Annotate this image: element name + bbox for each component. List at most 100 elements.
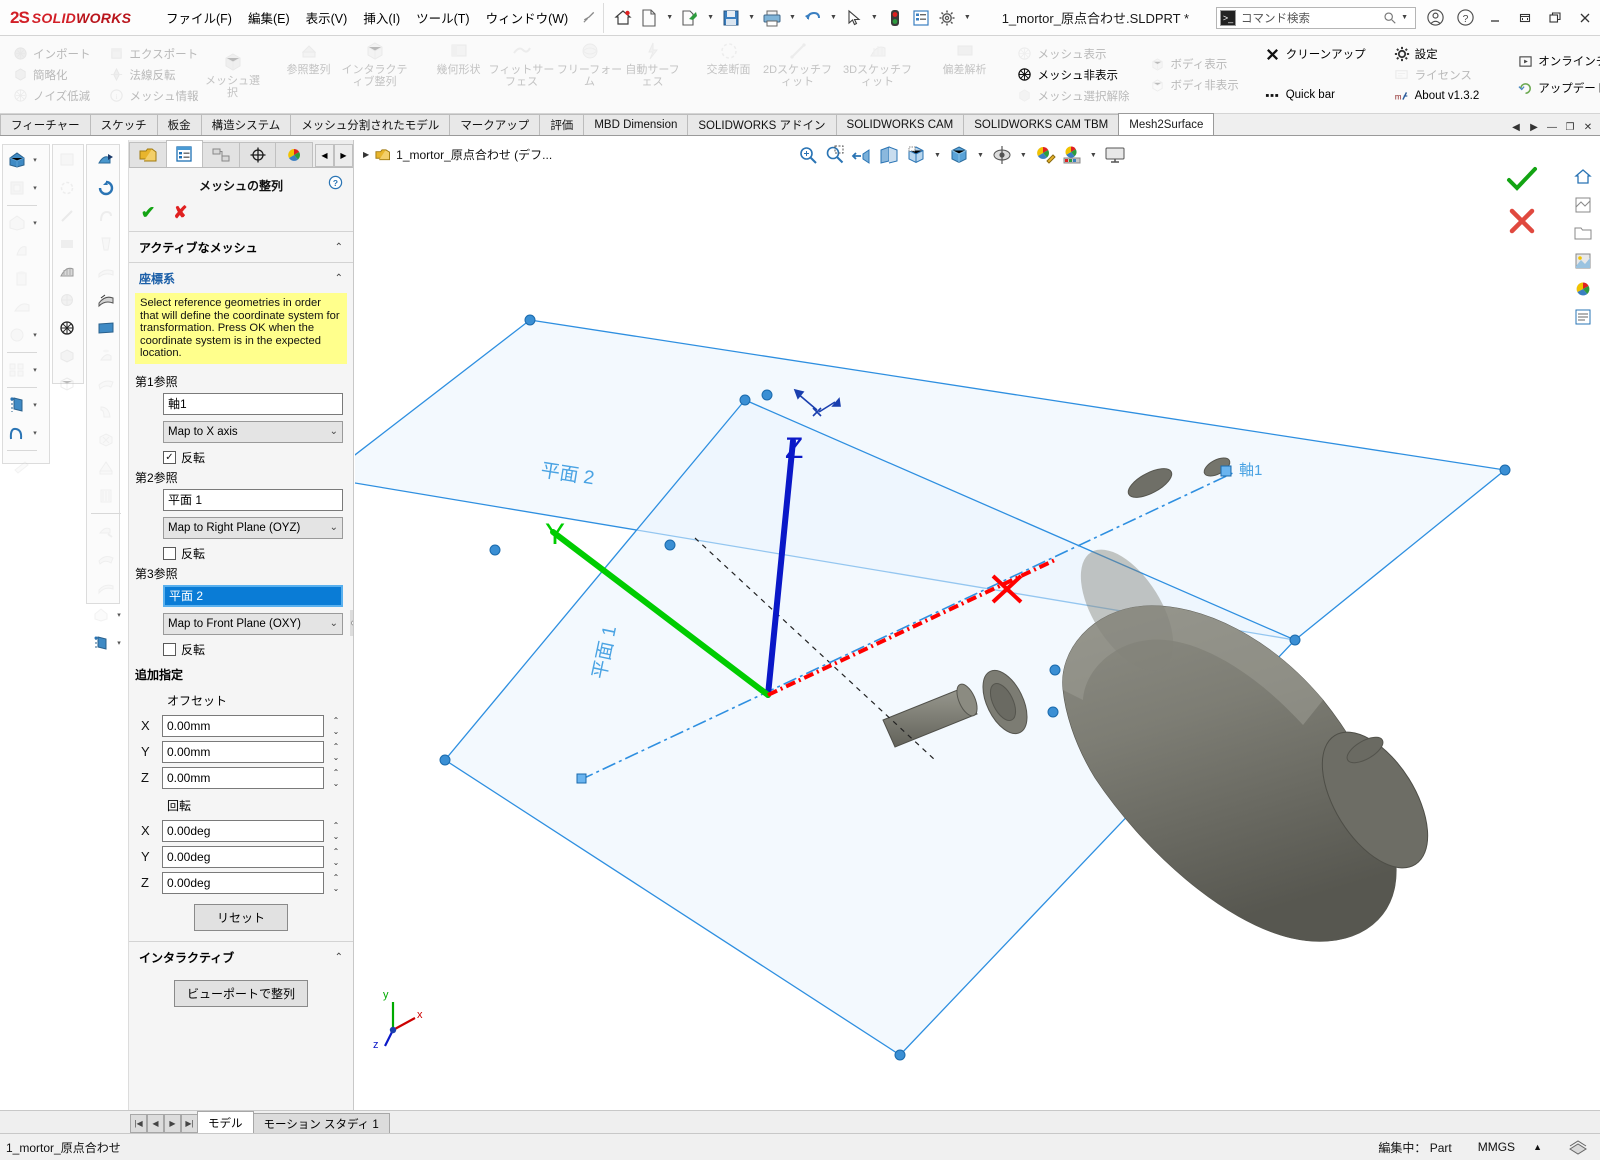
rotation-y-stepper[interactable]: ⌃⌄ [329, 846, 343, 868]
reference-2-input[interactable]: 平面 1 [163, 489, 343, 511]
menu-file[interactable]: ファイル(F) [158, 4, 240, 31]
stepper-up-icon[interactable]: ⌃ [329, 872, 343, 883]
pm-nav-next[interactable]: ▶ [334, 144, 353, 167]
ribbon-item-mesh-hide[interactable]: メッシュ非表示 [1012, 65, 1135, 85]
hide-show-caret-icon[interactable]: ▼ [1016, 152, 1031, 159]
panel-resize-grip[interactable] [350, 610, 354, 636]
apply-scene-caret-icon[interactable]: ▼ [1086, 152, 1101, 159]
tab-evaluate[interactable]: 評価 [539, 114, 584, 135]
decal-icon[interactable] [1570, 249, 1596, 273]
print-caret-icon[interactable]: ▼ [785, 14, 800, 21]
stepper-down-icon[interactable]: ⌄ [329, 752, 343, 763]
tab-features[interactable]: フィーチャー [0, 114, 91, 135]
offset-y-stepper[interactable]: ⌃⌄ [329, 741, 343, 763]
doc-close-button[interactable]: ✕ [1580, 119, 1596, 135]
lofted-caret-icon[interactable]: ▾ [30, 331, 40, 339]
extruded-cut-caret-icon[interactable]: ▾ [30, 219, 40, 227]
tab-structure-system[interactable]: 構造システム [201, 114, 292, 135]
user-account-icon[interactable] [1420, 4, 1450, 32]
select-cursor-icon[interactable] [841, 5, 867, 31]
3d-scene[interactable]: Z Y 平面 2 平面 1 軸1 y x z [355, 140, 1600, 1100]
pm-nav-prev[interactable]: ◀ [315, 144, 334, 167]
rotation-x-stepper[interactable]: ⌃⌄ [329, 820, 343, 842]
rotation-y-input[interactable]: 0.00deg [162, 846, 324, 868]
nav-next-button[interactable]: ▶ [164, 1114, 181, 1133]
section-view-icon[interactable] [876, 142, 902, 168]
stepper-up-icon[interactable]: ⌃ [329, 741, 343, 752]
extend-surface-icon[interactable] [93, 518, 119, 544]
view-orientation-caret-icon[interactable]: ▼ [930, 152, 945, 159]
status-units-caret-icon[interactable]: ▲ [1533, 1142, 1542, 1152]
extruded-cut-icon[interactable] [4, 210, 30, 236]
bottom-tab-motion-study[interactable]: モーション スタディ 1 [253, 1113, 390, 1133]
stepper-down-icon[interactable]: ⌄ [329, 726, 343, 737]
panel-collapse-left-icon[interactable]: ◀ [1508, 119, 1524, 135]
reference-1-flip-checkbox[interactable]: ✓ 反転 [163, 449, 343, 466]
ribbon-item-body-hide[interactable]: ボディ非表示 [1145, 75, 1244, 95]
home-icon[interactable] [610, 5, 636, 31]
section-active-mesh[interactable]: アクティブなメッシュ ⌃ [129, 231, 353, 262]
select-cursor-caret-icon[interactable]: ▼ [867, 14, 882, 21]
tab-markup[interactable]: マークアップ [449, 114, 540, 135]
new-document-caret-icon[interactable]: ▼ [662, 14, 677, 21]
reference-3-map-select[interactable]: Map to Front Plane (OXY) ⌄ [163, 613, 343, 635]
ribbon-item-noise-reduce[interactable]: ノイズ低減 [7, 86, 96, 106]
lofted-surface-icon[interactable] [93, 231, 119, 257]
help-icon[interactable]: ? [1450, 4, 1480, 32]
rotation-z-input[interactable]: 0.00deg [162, 872, 324, 894]
display-style-icon[interactable] [946, 142, 972, 168]
ribbon-item-mesh-deselect[interactable]: メッシュ選択解除 [1012, 86, 1135, 106]
options-list-icon[interactable] [908, 5, 934, 31]
command-search[interactable]: >_ コマンド検索 ▼ [1216, 7, 1416, 29]
view-settings-icon[interactable] [1102, 142, 1128, 168]
section-interactive[interactable]: インタラクティブ ⌃ [129, 941, 353, 972]
rotation-x-input[interactable]: 0.00deg [162, 820, 324, 842]
nav-last-button[interactable]: ▶| [181, 1114, 198, 1133]
view-home-icon[interactable] [1570, 165, 1596, 189]
menu-insert[interactable]: 挿入(I) [355, 4, 408, 31]
ribbon-item-cleanup[interactable]: クリーンアップ [1260, 44, 1371, 64]
ribbon-item-settings[interactable]: 設定 [1389, 44, 1485, 64]
ribbon-item-sketch3d-fit[interactable]: 3Dスケッチフィット [838, 38, 918, 111]
untrim-surface-icon[interactable] [93, 546, 119, 572]
swept-boss-icon[interactable] [9, 294, 35, 320]
tab-solidworks-addin[interactable]: SOLIDWORKS アドイン [687, 114, 836, 135]
nav-first-button[interactable]: |◀ [130, 1114, 147, 1133]
revolved-surface-icon[interactable] [93, 175, 119, 201]
curve-caret-icon[interactable]: ▾ [30, 429, 40, 437]
nav-prev-button[interactable]: ◀ [147, 1114, 164, 1133]
save-caret-icon[interactable]: ▼ [744, 14, 759, 21]
mesh-hide-icon[interactable] [54, 315, 80, 341]
instant3d-icon[interactable] [9, 455, 35, 481]
ribbon-item-body-show[interactable]: ボディ表示 [1145, 54, 1244, 74]
hole-wizard-icon[interactable] [9, 238, 35, 264]
ribbon-item-quickbar[interactable]: Quick bar [1260, 85, 1371, 105]
configuration-manager-tab[interactable] [202, 142, 240, 167]
extruded-boss-icon[interactable] [4, 147, 30, 173]
property-manager-tab[interactable] [166, 140, 204, 167]
pm-ok-button[interactable]: ✔ [141, 203, 155, 223]
doc-restore-button[interactable]: ❐ [1562, 119, 1578, 135]
menu-window[interactable]: ウィンドウ(W) [478, 4, 577, 31]
reference-3-input[interactable]: 平面 2 [163, 585, 343, 607]
knit-surface-icon[interactable] [93, 455, 119, 481]
offset-z-stepper[interactable]: ⌃⌄ [329, 767, 343, 789]
ribbon-item-mesh-info[interactable]: i メッシュ情報 [104, 86, 204, 106]
axis-1-handle-end[interactable] [1221, 466, 1231, 476]
sketch-icon[interactable] [54, 147, 80, 173]
ribbon-item-geometry[interactable]: 幾何形状 [430, 38, 488, 111]
bottom-tab-model[interactable]: モデル [197, 1111, 254, 1133]
undo-icon[interactable] [800, 5, 826, 31]
reference-1-input[interactable]: 軸1 [163, 393, 343, 415]
ribbon-item-simplify[interactable]: 簡略化 [7, 65, 96, 85]
confirm-cancel-icon[interactable] [1508, 207, 1536, 235]
settings-gear-icon[interactable] [934, 5, 960, 31]
panel-collapse-right-icon[interactable]: ▶ [1526, 119, 1542, 135]
ribbon-item-mesh-show[interactable]: メッシュ表示 [1012, 44, 1135, 64]
previous-view-icon[interactable] [849, 142, 875, 168]
stepper-down-icon[interactable]: ⌄ [329, 778, 343, 789]
stepper-up-icon[interactable]: ⌃ [329, 715, 343, 726]
feature-tree-flyout[interactable]: ▶ 1_mortor_原点合わせ (デフ... [355, 140, 560, 169]
menu-view[interactable]: 表示(V) [298, 4, 356, 31]
new-document-icon[interactable] [636, 5, 662, 31]
